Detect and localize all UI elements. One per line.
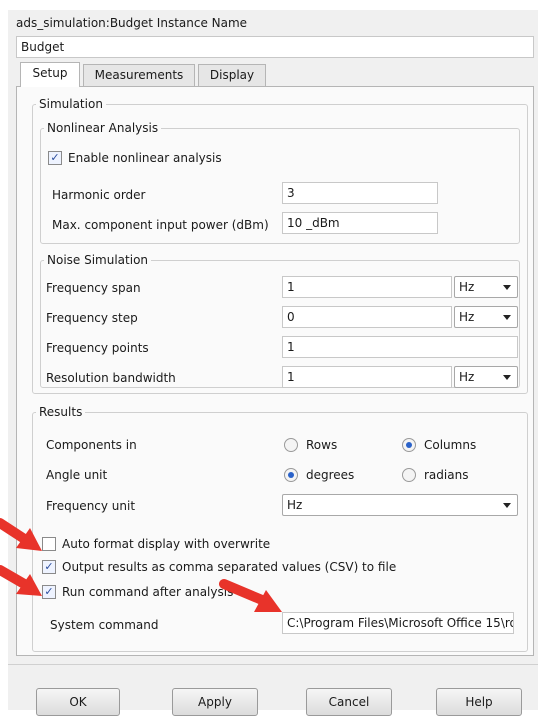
- arrow-to-output-csv-icon: [0, 518, 42, 551]
- arrow-to-run-command-icon: [0, 565, 42, 596]
- tab-setup[interactable]: Setup: [20, 62, 80, 87]
- arrow-to-system-command-icon: [219, 579, 282, 612]
- annotation-arrows: [0, 518, 282, 612]
